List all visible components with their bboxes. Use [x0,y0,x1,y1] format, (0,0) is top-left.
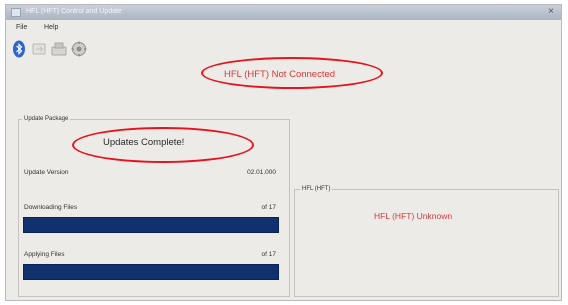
applying-count: of 17 [261,251,276,258]
app-window: HFL (HFT) Control and Update × File Help [5,4,562,301]
menu-file[interactable]: File [16,24,27,31]
downloading-progress-bar [23,217,279,233]
settings-button[interactable] [70,39,88,59]
bluetooth-icon [13,40,25,58]
applying-progress-bar [23,264,279,280]
update-status-highlight [72,127,254,163]
device-group-label: HFL (HFT) [300,186,333,192]
menu-bar: File Help [6,21,561,35]
update-version-value: 02.01.000 [247,169,276,176]
app-icon [11,8,21,17]
connect-icon [32,43,46,55]
toolbar [10,39,130,61]
update-version-label: Update Version [24,169,69,176]
device-icon [51,42,67,56]
title-bar: HFL (HFT) Control and Update × [6,5,561,20]
menu-help[interactable]: Help [44,24,58,31]
applying-label: Applying Files [24,251,65,258]
window-title: HFL (HFT) Control and Update [26,8,122,15]
downloading-count: of 17 [261,204,276,211]
device-status: HFL (HFT) Unknown [374,211,453,221]
bluetooth-button[interactable] [10,39,28,59]
device-group [294,189,559,297]
settings-icon [71,41,87,57]
update-package-label: Update Package [22,116,71,122]
close-button[interactable]: × [545,6,557,18]
connection-status-highlight [201,57,383,89]
connect-button[interactable] [30,39,48,59]
device-button[interactable] [50,39,68,59]
downloading-label: Downloading Files [24,204,78,211]
